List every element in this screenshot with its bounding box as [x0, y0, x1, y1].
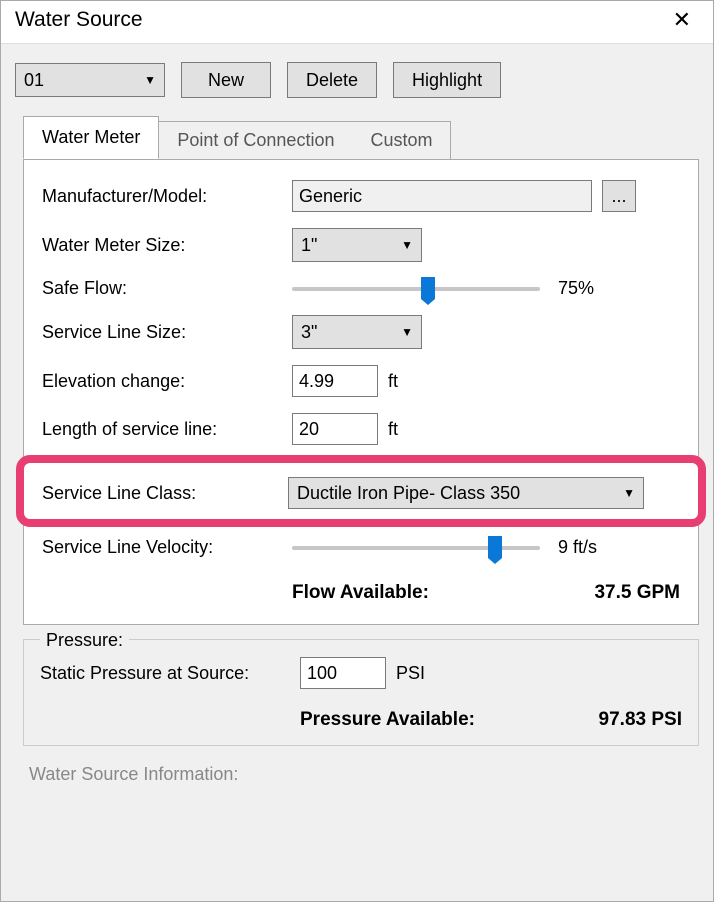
service-line-velocity-slider[interactable] [292, 538, 540, 558]
delete-button[interactable]: Delete [287, 62, 377, 98]
highlight-button[interactable]: Highlight [393, 62, 501, 98]
service-line-size-label: Service Line Size: [42, 322, 292, 343]
flow-available-label: Flow Available: [292, 582, 429, 604]
service-line-velocity-label: Service Line Velocity: [42, 537, 292, 558]
meter-size-label: Water Meter Size: [42, 235, 292, 256]
source-id-value: 01 [24, 70, 44, 91]
elevation-unit: ft [388, 371, 398, 392]
slider-thumb[interactable] [488, 536, 502, 558]
browse-button[interactable]: ... [602, 180, 636, 212]
service-line-class-select[interactable]: Ductile Iron Pipe- Class 350 ▼ [288, 477, 644, 509]
service-line-class-label: Service Line Class: [42, 483, 288, 504]
service-line-length-label: Length of service line: [42, 419, 292, 440]
manufacturer-label: Manufacturer/Model: [42, 186, 292, 207]
chevron-down-icon: ▼ [389, 325, 413, 339]
tab-custom[interactable]: Custom [352, 121, 451, 160]
pressure-section: Pressure: Static Pressure at Source: PSI… [23, 639, 699, 746]
chevron-down-icon: ▼ [389, 238, 413, 252]
flow-available-value: 37.5 GPM [594, 582, 680, 604]
water-meter-panel: Manufacturer/Model: ... Water Meter Size… [23, 159, 699, 625]
static-pressure-unit: PSI [396, 663, 425, 684]
elevation-change-input[interactable] [292, 365, 378, 397]
slider-thumb[interactable] [421, 277, 435, 299]
tab-point-of-connection[interactable]: Point of Connection [158, 121, 353, 160]
water-source-info-legend: Water Source Information: [29, 764, 713, 785]
pressure-available-value: 97.83 PSI [599, 709, 682, 731]
meter-size-select[interactable]: 1" ▼ [292, 228, 422, 262]
source-id-select[interactable]: 01 ▼ [15, 63, 165, 97]
close-icon[interactable]: ✕ [665, 7, 699, 33]
service-line-size-select[interactable]: 3" ▼ [292, 315, 422, 349]
safe-flow-label: Safe Flow: [42, 278, 292, 299]
service-line-class-highlight: Service Line Class: Ductile Iron Pipe- C… [16, 455, 706, 527]
static-pressure-label: Static Pressure at Source: [40, 663, 300, 684]
length-unit: ft [388, 419, 398, 440]
safe-flow-slider[interactable] [292, 279, 540, 299]
dialog-title: Water Source [15, 8, 143, 32]
tab-strip: Water Meter Point of Connection Custom [1, 116, 713, 159]
pressure-available-label: Pressure Available: [300, 709, 475, 731]
new-button[interactable]: New [181, 62, 271, 98]
velocity-value: 9 ft/s [558, 537, 612, 558]
title-bar: Water Source ✕ [1, 1, 713, 44]
tab-water-meter[interactable]: Water Meter [23, 116, 159, 159]
toolbar: 01 ▼ New Delete Highlight [1, 44, 713, 106]
chevron-down-icon: ▼ [132, 73, 156, 87]
elevation-change-label: Elevation change: [42, 371, 292, 392]
manufacturer-input[interactable] [292, 180, 592, 212]
service-line-length-input[interactable] [292, 413, 378, 445]
water-source-dialog: Water Source ✕ 01 ▼ New Delete Highlight… [0, 0, 714, 902]
safe-flow-value: 75% [558, 278, 612, 299]
chevron-down-icon: ▼ [623, 486, 635, 500]
static-pressure-input[interactable] [300, 657, 386, 689]
pressure-legend: Pressure: [40, 630, 129, 651]
